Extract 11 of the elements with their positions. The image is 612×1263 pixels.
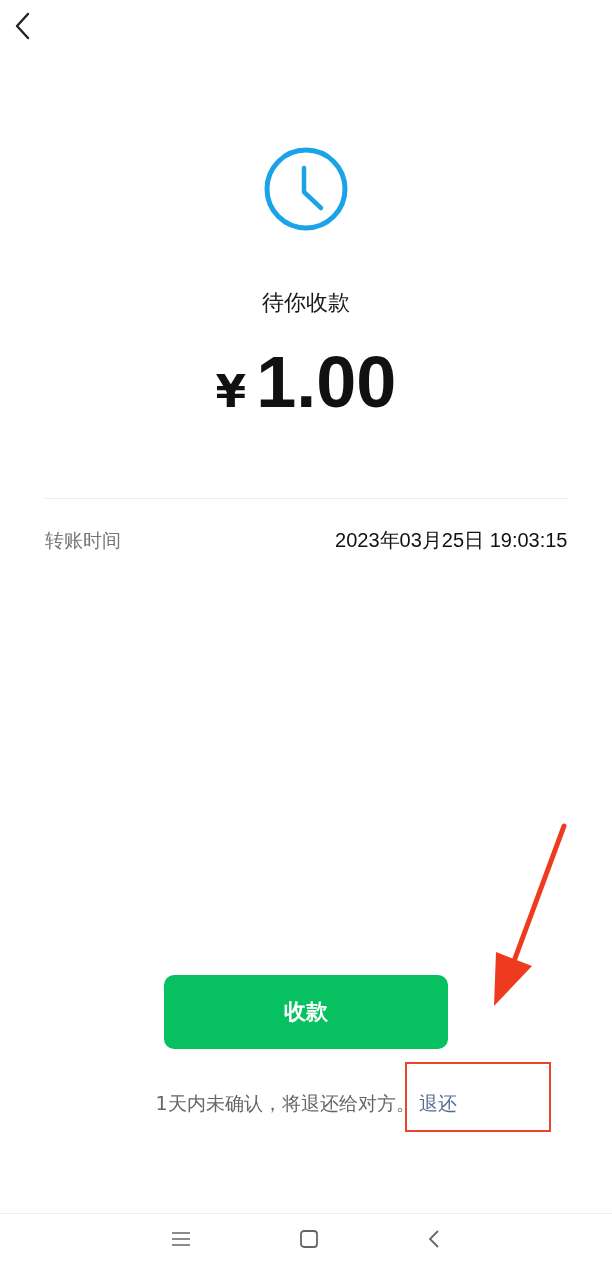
menu-icon[interactable] <box>172 1231 190 1246</box>
detail-label: 转账时间 <box>44 528 121 553</box>
back-icon[interactable] <box>14 12 30 40</box>
detail-value: 2023年03月25日 19:03:15 <box>335 528 568 553</box>
status-title: 待你收款 <box>262 289 350 317</box>
clock-icon <box>263 146 349 232</box>
currency-symbol: ¥ <box>215 366 247 417</box>
amount-value: 1.00 <box>256 342 397 422</box>
return-link[interactable]: 退还 <box>418 1092 457 1114</box>
return-note: 1天内未确认，将退还给对方。 <box>155 1091 415 1116</box>
home-icon[interactable] <box>300 1229 318 1248</box>
